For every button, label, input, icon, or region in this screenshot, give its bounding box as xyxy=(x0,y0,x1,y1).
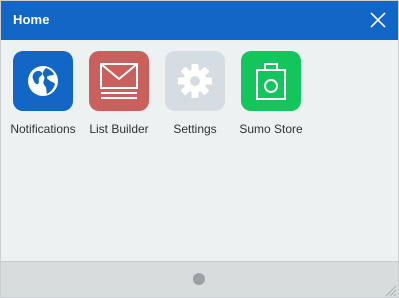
app-tile[interactable] xyxy=(165,51,225,111)
app-label: Sumo Store xyxy=(239,122,303,136)
shopping-bag-icon xyxy=(256,63,286,100)
app-list-builder[interactable]: List Builder xyxy=(79,51,159,151)
footer-bar xyxy=(1,261,398,297)
globe-icon xyxy=(28,66,58,96)
envelope-icon xyxy=(100,63,138,99)
app-tile[interactable] xyxy=(13,51,73,111)
home-window: Home Notifications List Builder Settings… xyxy=(0,0,399,298)
titlebar: Home xyxy=(1,1,398,40)
window-title: Home xyxy=(13,12,50,27)
close-button[interactable] xyxy=(367,9,389,31)
close-icon xyxy=(370,12,386,28)
app-notifications[interactable]: Notifications xyxy=(3,51,83,151)
app-tile[interactable] xyxy=(89,51,149,111)
app-sumo-store[interactable]: Sumo Store xyxy=(231,51,311,151)
resize-grip-icon[interactable] xyxy=(383,283,397,297)
app-settings[interactable]: Settings xyxy=(155,51,235,151)
gear-icon xyxy=(178,64,212,98)
app-tile[interactable] xyxy=(241,51,301,111)
page-indicator-dot[interactable] xyxy=(193,273,205,285)
app-grid: Notifications List Builder Settings Sumo… xyxy=(1,40,398,260)
